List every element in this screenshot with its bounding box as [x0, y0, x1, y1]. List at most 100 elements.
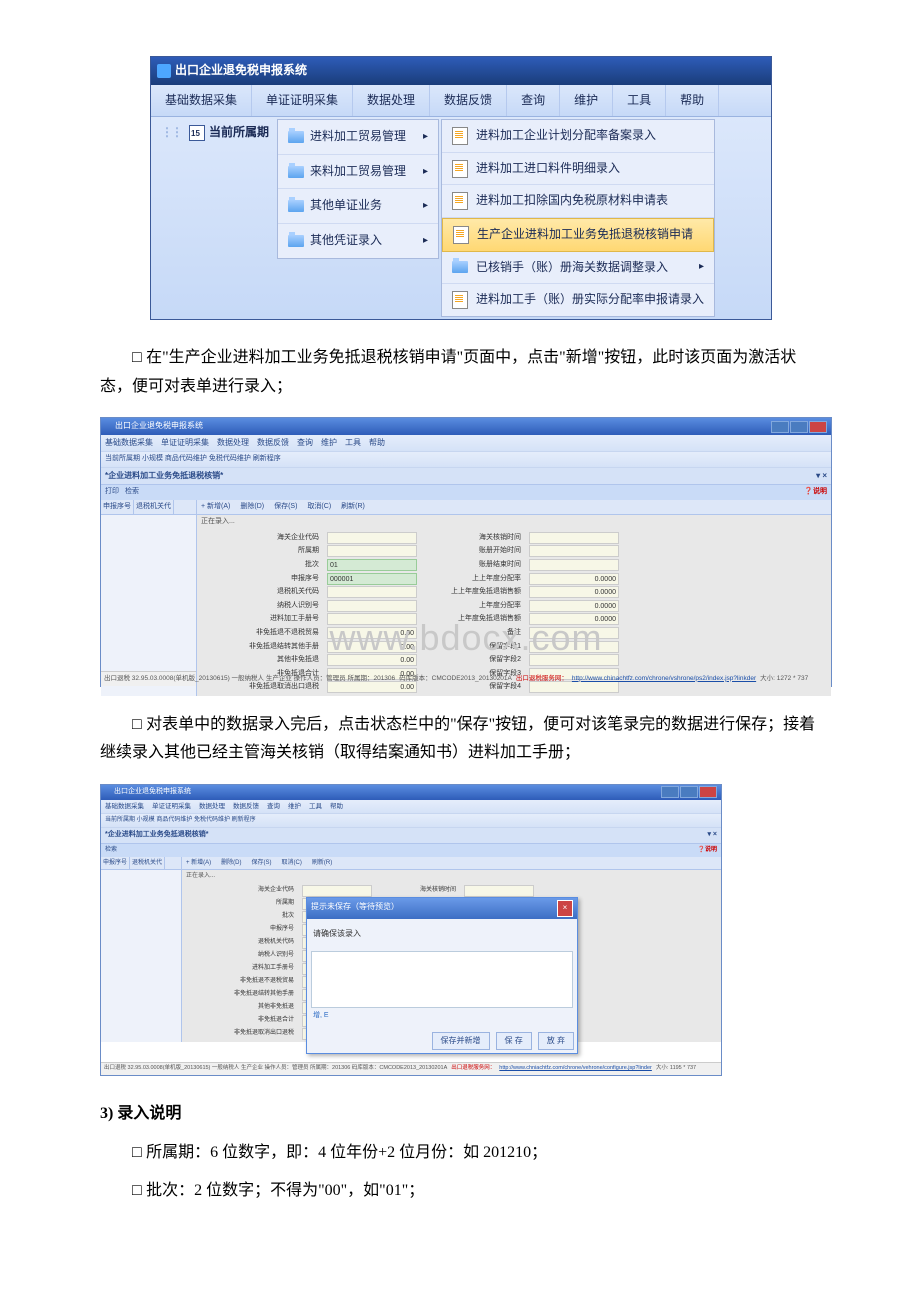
chevron-right-icon: ▸ — [423, 232, 428, 250]
refresh-button[interactable]: 刷新(R) — [341, 501, 365, 514]
menu-item[interactable]: 查询 — [267, 801, 280, 813]
record-toolbar: + 新增(A) 删除(D) 保存(S) 取消(C) 刷新(R) — [182, 857, 721, 871]
save-button[interactable]: 保存(S) — [274, 501, 297, 514]
menu-item[interactable]: 工具 — [309, 801, 322, 813]
field-value[interactable] — [529, 641, 619, 653]
menu-maintain[interactable]: 维护 — [560, 85, 613, 117]
field-value[interactable]: 0.00 — [327, 627, 417, 639]
save-and-add-button[interactable]: 保存并新增 — [432, 1032, 490, 1050]
tab-active[interactable]: *企业进料加工业务免抵退税核销* — [105, 469, 223, 483]
tab-active[interactable]: *企业进料加工业务免抵退税核销* — [105, 829, 208, 842]
field-value[interactable] — [529, 654, 619, 666]
field-value[interactable]: 0.0000 — [529, 613, 619, 625]
menu-item[interactable]: 单证证明采集 — [152, 801, 191, 813]
field-value[interactable] — [529, 532, 619, 544]
maximize-button[interactable] — [790, 421, 808, 433]
field-value[interactable] — [327, 545, 417, 557]
help-button[interactable]: ❓说明 — [698, 845, 718, 856]
close-button[interactable] — [809, 421, 827, 433]
field-label: 纳税人识别号 — [201, 600, 321, 613]
menu-data-feedback[interactable]: 数据反馈 — [430, 85, 507, 117]
delete-button[interactable]: 删除(D) — [221, 858, 241, 869]
submenu-import-detail[interactable]: 进料加工进口料件明细录入 — [442, 153, 714, 186]
save-button[interactable]: 保存(S) — [252, 858, 272, 869]
field-value[interactable]: 01 — [327, 559, 417, 571]
menu-item-inbound-trade[interactable]: 进料加工贸易管理▸ — [278, 120, 438, 155]
field-value[interactable] — [529, 545, 619, 557]
save-button[interactable]: 保 存 — [496, 1032, 532, 1050]
status-bar: 出口退税 32.95.03.0008(单机版_20130615) 一般纳税人 生… — [101, 671, 831, 686]
field-value[interactable]: 0.0000 — [529, 586, 619, 598]
menu-item[interactable]: 帮助 — [330, 801, 343, 813]
field-label: 退税机关代码 — [186, 937, 296, 949]
field-value[interactable] — [327, 613, 417, 625]
cancel-button[interactable]: 取消(C) — [282, 858, 302, 869]
app-icon — [105, 789, 112, 796]
submenu-verified-adjust[interactable]: 已核销手（账）册海关数据调整录入▸ — [442, 252, 714, 285]
maximize-button[interactable] — [680, 786, 698, 798]
submenu-plan-rate[interactable]: 进料加工企业计划分配率备案录入 — [442, 120, 714, 153]
menu-item[interactable]: 基础数据采集 — [105, 801, 144, 813]
field-value[interactable] — [327, 586, 417, 598]
help-button[interactable]: ❓说明 — [804, 486, 827, 499]
app-icon — [105, 423, 113, 431]
menu-data-process[interactable]: 数据处理 — [353, 85, 430, 117]
menu-item[interactable]: 数据反馈 — [257, 436, 289, 450]
dialog-textarea[interactable] — [311, 951, 573, 1008]
menu-query[interactable]: 查询 — [507, 85, 560, 117]
delete-button[interactable]: 删除(D) — [240, 501, 264, 514]
close-button[interactable] — [699, 786, 717, 798]
menu-item[interactable]: 数据处理 — [217, 436, 249, 450]
menu-item-incoming-trade[interactable]: 来料加工贸易管理▸ — [278, 155, 438, 190]
field-value[interactable] — [529, 627, 619, 639]
field-value[interactable]: 0.00 — [327, 641, 417, 653]
menu-item-other-voucher[interactable]: 其他凭证录入▸ — [278, 224, 438, 258]
toolbar-print[interactable]: 打印 — [105, 486, 119, 499]
add-button[interactable]: + 新增(A) — [186, 858, 211, 869]
menu-cert-collect[interactable]: 单证证明采集 — [252, 85, 353, 117]
menu-tools[interactable]: 工具 — [613, 85, 666, 117]
toolbar-search[interactable]: 检索 — [125, 486, 139, 499]
field-value[interactable] — [464, 885, 534, 897]
dialog-close-button[interactable]: × — [557, 900, 573, 916]
menu-item[interactable]: 帮助 — [369, 436, 385, 450]
field-value[interactable]: 0.0000 — [529, 573, 619, 585]
tab-close[interactable]: ▾ × — [816, 469, 827, 483]
menu-item[interactable]: 数据反馈 — [233, 801, 259, 813]
minimize-button[interactable] — [771, 421, 789, 433]
menu-help[interactable]: 帮助 — [666, 85, 719, 117]
discard-button[interactable]: 放 弃 — [538, 1032, 574, 1050]
menu-item[interactable]: 维护 — [288, 801, 301, 813]
menu-item[interactable]: 维护 — [321, 436, 337, 450]
menu-item[interactable]: 工具 — [345, 436, 361, 450]
submenu-verify-apply[interactable]: 生产企业进料加工业务免抵退税核销申请 — [442, 218, 714, 252]
field-value[interactable] — [327, 600, 417, 612]
app-window: 出口企业退免税申报系统 基础数据采集 单证证明采集 数据处理 数据反馈 查询 维… — [150, 56, 772, 320]
field-label: 上上年度免抵退销售额 — [423, 586, 523, 599]
field-value[interactable] — [327, 532, 417, 544]
status-link[interactable]: http://www.chniachtfz.com/chrone/vehrone… — [499, 1064, 652, 1074]
window-title: 出口企业退免税申报系统 — [115, 419, 203, 433]
submenu-actual-rate[interactable]: 进料加工手（账）册实际分配率申报请录入 — [442, 284, 714, 316]
status-link[interactable]: http://www.chinachtfz.com/chrone/vshrone… — [572, 673, 756, 685]
add-button[interactable]: + 新增(A) — [201, 501, 230, 514]
toolbar-search[interactable]: 检索 — [105, 845, 117, 856]
toolbar: 检索 ❓说明 — [101, 843, 721, 857]
field-value[interactable] — [529, 559, 619, 571]
field-value[interactable]: 0.0000 — [529, 600, 619, 612]
field-value[interactable]: 0.00 — [327, 654, 417, 666]
menu-item[interactable]: 数据处理 — [199, 801, 225, 813]
refresh-button[interactable]: 刷新(R) — [312, 858, 332, 869]
tab-close[interactable]: ▾ × — [707, 829, 717, 842]
menu-item[interactable]: 单证证明采集 — [161, 436, 209, 450]
field-value[interactable] — [302, 885, 372, 897]
menu-basic-data[interactable]: 基础数据采集 — [151, 85, 252, 117]
field-value[interactable]: 000001 — [327, 573, 417, 585]
submenu-deduct-domestic[interactable]: 进料加工扣除国内免税原材料申请表 — [442, 185, 714, 218]
menu-item[interactable]: 基础数据采集 — [105, 436, 153, 450]
document-icon — [453, 226, 469, 244]
minimize-button[interactable] — [661, 786, 679, 798]
cancel-button[interactable]: 取消(C) — [307, 501, 331, 514]
menu-item-other-cert[interactable]: 其他单证业务▸ — [278, 189, 438, 224]
menu-item[interactable]: 查询 — [297, 436, 313, 450]
